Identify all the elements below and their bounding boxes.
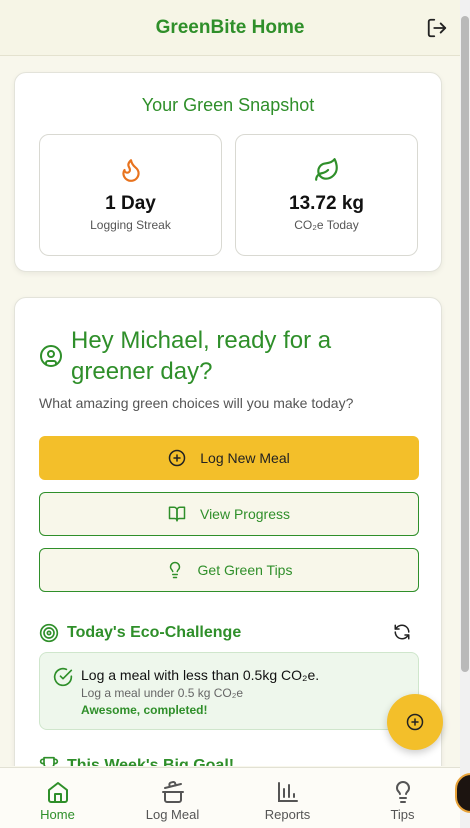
logout-icon[interactable]	[426, 17, 448, 39]
greeting-heading: Hey Michael, ready for a greener day?	[71, 327, 332, 386]
nav-reports[interactable]: Reports	[230, 768, 345, 828]
bottom-nav: Home Log Meal Reports Tips	[0, 767, 460, 828]
leaf-icon	[314, 158, 338, 181]
green-snapshot-card: Your Green Snapshot 1 Day Logging Streak…	[14, 72, 442, 272]
nav-tips[interactable]: Tips	[345, 768, 460, 828]
view-progress-button[interactable]: View Progress	[39, 492, 419, 536]
co2-label: CO₂e Today	[294, 218, 359, 232]
log-new-meal-button[interactable]: Log New Meal	[39, 436, 419, 480]
get-green-tips-button[interactable]: Get Green Tips	[39, 548, 419, 592]
streak-label: Logging Streak	[90, 218, 171, 232]
eco-challenge-box: Log a meal with less than 0.5kg CO₂e. Lo…	[39, 652, 419, 730]
plus-circle-icon	[169, 449, 186, 467]
home-icon	[47, 782, 68, 803]
nav-home[interactable]: Home	[0, 768, 115, 828]
challenge-description: Log a meal with less than 0.5kg CO₂e.	[81, 667, 320, 683]
weekly-goal-heading: This Week's Big Goal!	[39, 756, 234, 766]
bar-chart-icon	[277, 782, 298, 802]
book-open-icon	[168, 506, 186, 522]
nav-log-meal[interactable]: Log Meal	[115, 768, 230, 828]
eco-challenge-title: Today's Eco-Challenge	[67, 624, 242, 641]
co2-value: 13.72 kg	[289, 193, 364, 214]
eco-challenge-heading: Today's Eco-Challenge	[39, 623, 241, 643]
target-icon	[39, 623, 59, 643]
flame-icon	[121, 159, 140, 182]
greeting-subtitle: What amazing green choices will you make…	[39, 395, 354, 411]
nav-home-label: Home	[40, 807, 75, 822]
scrollbar[interactable]	[460, 0, 470, 828]
quick-add-fab[interactable]	[387, 694, 443, 750]
challenge-status: Awesome, completed!	[81, 703, 208, 717]
welcome-card: Hey Michael, ready for a greener day? Wh…	[14, 297, 442, 766]
log-new-meal-label: Log New Meal	[200, 450, 290, 466]
nav-log-meal-label: Log Meal	[145, 807, 200, 822]
challenge-subtext: Log a meal under 0.5 kg CO₂e	[81, 686, 244, 700]
nav-reports-label: Reports	[264, 807, 311, 822]
streak-stat: 1 Day Logging Streak	[39, 134, 222, 256]
snapshot-title: Your Green Snapshot	[141, 95, 315, 115]
get-green-tips-label: Get Green Tips	[197, 562, 293, 578]
main-content[interactable]: Your Green Snapshot 1 Day Logging Streak…	[0, 56, 460, 766]
scrollbar-thumb[interactable]	[461, 16, 469, 672]
refresh-icon[interactable]	[393, 623, 411, 641]
lightbulb-icon	[169, 561, 180, 579]
trophy-icon	[39, 756, 59, 766]
co2-stat: 13.72 kg CO₂e Today	[235, 134, 418, 256]
nav-tips-label: Tips	[390, 807, 415, 822]
streak-value: 1 Day	[105, 193, 156, 214]
plus-circle-icon	[406, 713, 424, 731]
app-title: GreenBite Home	[155, 16, 305, 38]
view-progress-label: View Progress	[199, 506, 290, 522]
app-header: GreenBite Home	[0, 0, 460, 56]
weekly-goal-title: This Week's Big Goal!	[67, 757, 235, 766]
user-circle-icon	[40, 345, 62, 367]
check-circle-icon	[53, 667, 73, 687]
pot-icon	[161, 781, 184, 803]
lightbulb-icon	[395, 781, 410, 803]
